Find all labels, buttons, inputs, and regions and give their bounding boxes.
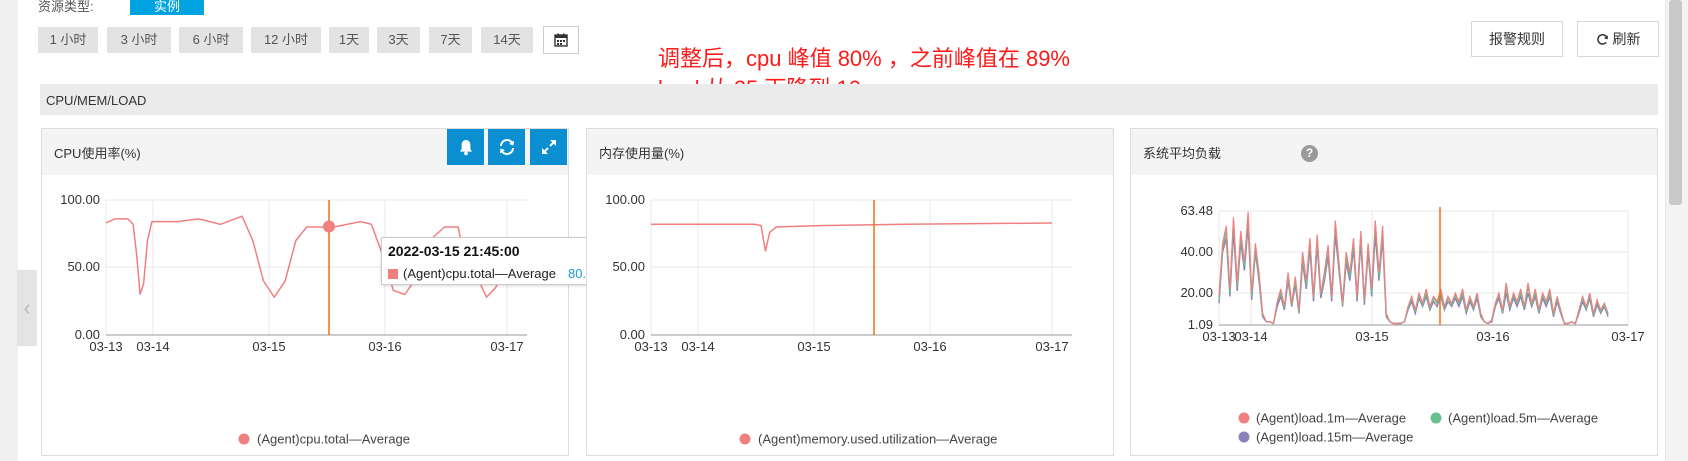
- annotation-line-1: 调整后，cpu 峰值 80% ，之前峰值在 89%: [658, 46, 1070, 71]
- load-chart[interactable]: 03-1303-14 03-15 03-16 03-1763.4840.0020.00…: [1131, 175, 1657, 455]
- tooltip-swatch: [388, 269, 398, 279]
- help-icon[interactable]: ?: [1301, 145, 1318, 162]
- range-button-1h[interactable]: 1 小时: [38, 27, 98, 53]
- fullscreen-button[interactable]: [530, 129, 567, 165]
- panel-header: 内存使用量(%): [587, 129, 1113, 175]
- tooltip-series: (Agent)cpu.total—Average: [403, 266, 556, 281]
- chevron-left-icon: ‹: [23, 295, 31, 320]
- y-tick-label: 63.48: [1180, 203, 1213, 218]
- legend-swatch: [238, 433, 250, 445]
- x-tick-label: 03-16: [1476, 329, 1509, 344]
- y-tick-label: 50.00: [67, 259, 100, 274]
- x-tick-label: 03-15: [797, 339, 830, 354]
- range-button-3d[interactable]: 3天: [377, 27, 420, 53]
- load15-series-line: [1218, 225, 1609, 325]
- x-tick-label: 03-15: [252, 339, 285, 354]
- x-tick-label: 03-16: [913, 339, 946, 354]
- range-button-12h[interactable]: 12 小时: [251, 27, 321, 53]
- x-tick-label: 03-17: [490, 339, 523, 354]
- panel-header: 系统平均负载 ?: [1131, 129, 1657, 175]
- cpu-panel: CPU使用率(%) 03-13 03-14 03-15 03-16 03-17 10: [41, 128, 569, 456]
- legend-label[interactable]: (Agent)memory.used.utilization—Average: [758, 432, 997, 447]
- resource-type-label: 资源类型:: [38, 0, 94, 14]
- alarm-rules-label: 报警规则: [1489, 31, 1545, 47]
- panel-title: 内存使用量(%): [599, 146, 685, 161]
- y-tick-label: 100.00: [60, 192, 100, 207]
- collapse-handle[interactable]: ‹: [17, 270, 37, 346]
- legend-swatch-load15: [1238, 431, 1250, 443]
- sync-icon: [499, 139, 514, 155]
- bell-icon: [459, 139, 472, 155]
- calendar-button[interactable]: [543, 26, 579, 54]
- range-button-14d[interactable]: 14天: [481, 27, 533, 53]
- resource-type-tab-instance[interactable]: 实例: [130, 0, 204, 15]
- y-tick-label: 0.00: [75, 327, 100, 342]
- y-tick-label: 100.00: [605, 192, 645, 207]
- memory-chart[interactable]: 03-13 03-14 03-15 03-16 03-17100.0050.000.00…: [587, 175, 1113, 455]
- y-tick-label: 20.00: [1180, 285, 1213, 300]
- y-tick-label: 40.00: [1180, 244, 1213, 259]
- load-panel: 系统平均负载 ? 03-13 03-14 03-15 03-16 03-17 63.48 4…: [1130, 128, 1658, 456]
- x-tick-label: 03-14: [681, 339, 714, 354]
- x-tick-label: 03-17: [1611, 329, 1644, 344]
- refresh-label: 刷新: [1612, 31, 1641, 47]
- left-margin: [0, 0, 18, 461]
- chart-tooltip: 2022-03-15 21:45:00 (Agent)cpu.total—Ave…: [381, 237, 614, 285]
- panel-header: CPU使用率(%): [42, 129, 568, 175]
- range-button-3h[interactable]: 3 小时: [107, 27, 171, 53]
- alarm-button[interactable]: [447, 129, 484, 165]
- legend-label[interactable]: (Agent)cpu.total—Average: [257, 432, 410, 447]
- x-tick-label: 03-14: [1234, 329, 1267, 344]
- cpu-chart[interactable]: 03-13 03-14 03-15 03-16 03-17100.0050.000.00…: [42, 175, 568, 455]
- legend-label-load15[interactable]: (Agent)load.15m—Average: [1256, 430, 1413, 445]
- x-tick-label: 03-14: [136, 339, 169, 354]
- y-tick-label: 50.00: [612, 259, 645, 274]
- memory-series-line: [651, 222, 1052, 252]
- panel-title: CPU使用率(%): [54, 146, 141, 161]
- legend-swatch-load5: [1430, 412, 1442, 424]
- x-tick-label: 03-17: [1035, 339, 1068, 354]
- range-button-1d[interactable]: 1天: [329, 27, 369, 53]
- tooltip-time: 2022-03-15 21:45:00: [388, 243, 520, 259]
- section-header: CPU/MEM/LOAD: [40, 84, 1658, 115]
- y-tick-label: 1.09: [1188, 317, 1213, 332]
- memory-panel: 内存使用量(%) 03-13 03-14 03-15 03-16 03-17 100.00…: [586, 128, 1114, 456]
- legend-swatch-load1: [1238, 412, 1250, 424]
- legend-label-load1[interactable]: (Agent)load.1m—Average: [1256, 411, 1406, 426]
- cursor-point: [323, 220, 335, 233]
- scrollbar-thumb[interactable]: [1669, 0, 1682, 205]
- panel-title: 系统平均负载: [1143, 146, 1222, 161]
- refresh-button[interactable]: 刷新: [1577, 21, 1659, 57]
- range-button-7d[interactable]: 7天: [429, 27, 472, 53]
- legend-label-load5[interactable]: (Agent)load.5m—Average: [1448, 411, 1598, 426]
- refresh-icon: [1596, 33, 1608, 45]
- x-tick-label: 03-15: [1355, 329, 1388, 344]
- refresh-chart-button[interactable]: [488, 129, 525, 165]
- y-tick-label: 0.00: [620, 327, 645, 342]
- expand-icon: [541, 140, 556, 154]
- x-tick-label: 03-16: [368, 339, 401, 354]
- legend-swatch: [739, 433, 751, 445]
- calendar-icon: [554, 33, 568, 47]
- range-button-6h[interactable]: 6 小时: [179, 27, 243, 53]
- alarm-rules-button[interactable]: 报警规则: [1471, 21, 1563, 57]
